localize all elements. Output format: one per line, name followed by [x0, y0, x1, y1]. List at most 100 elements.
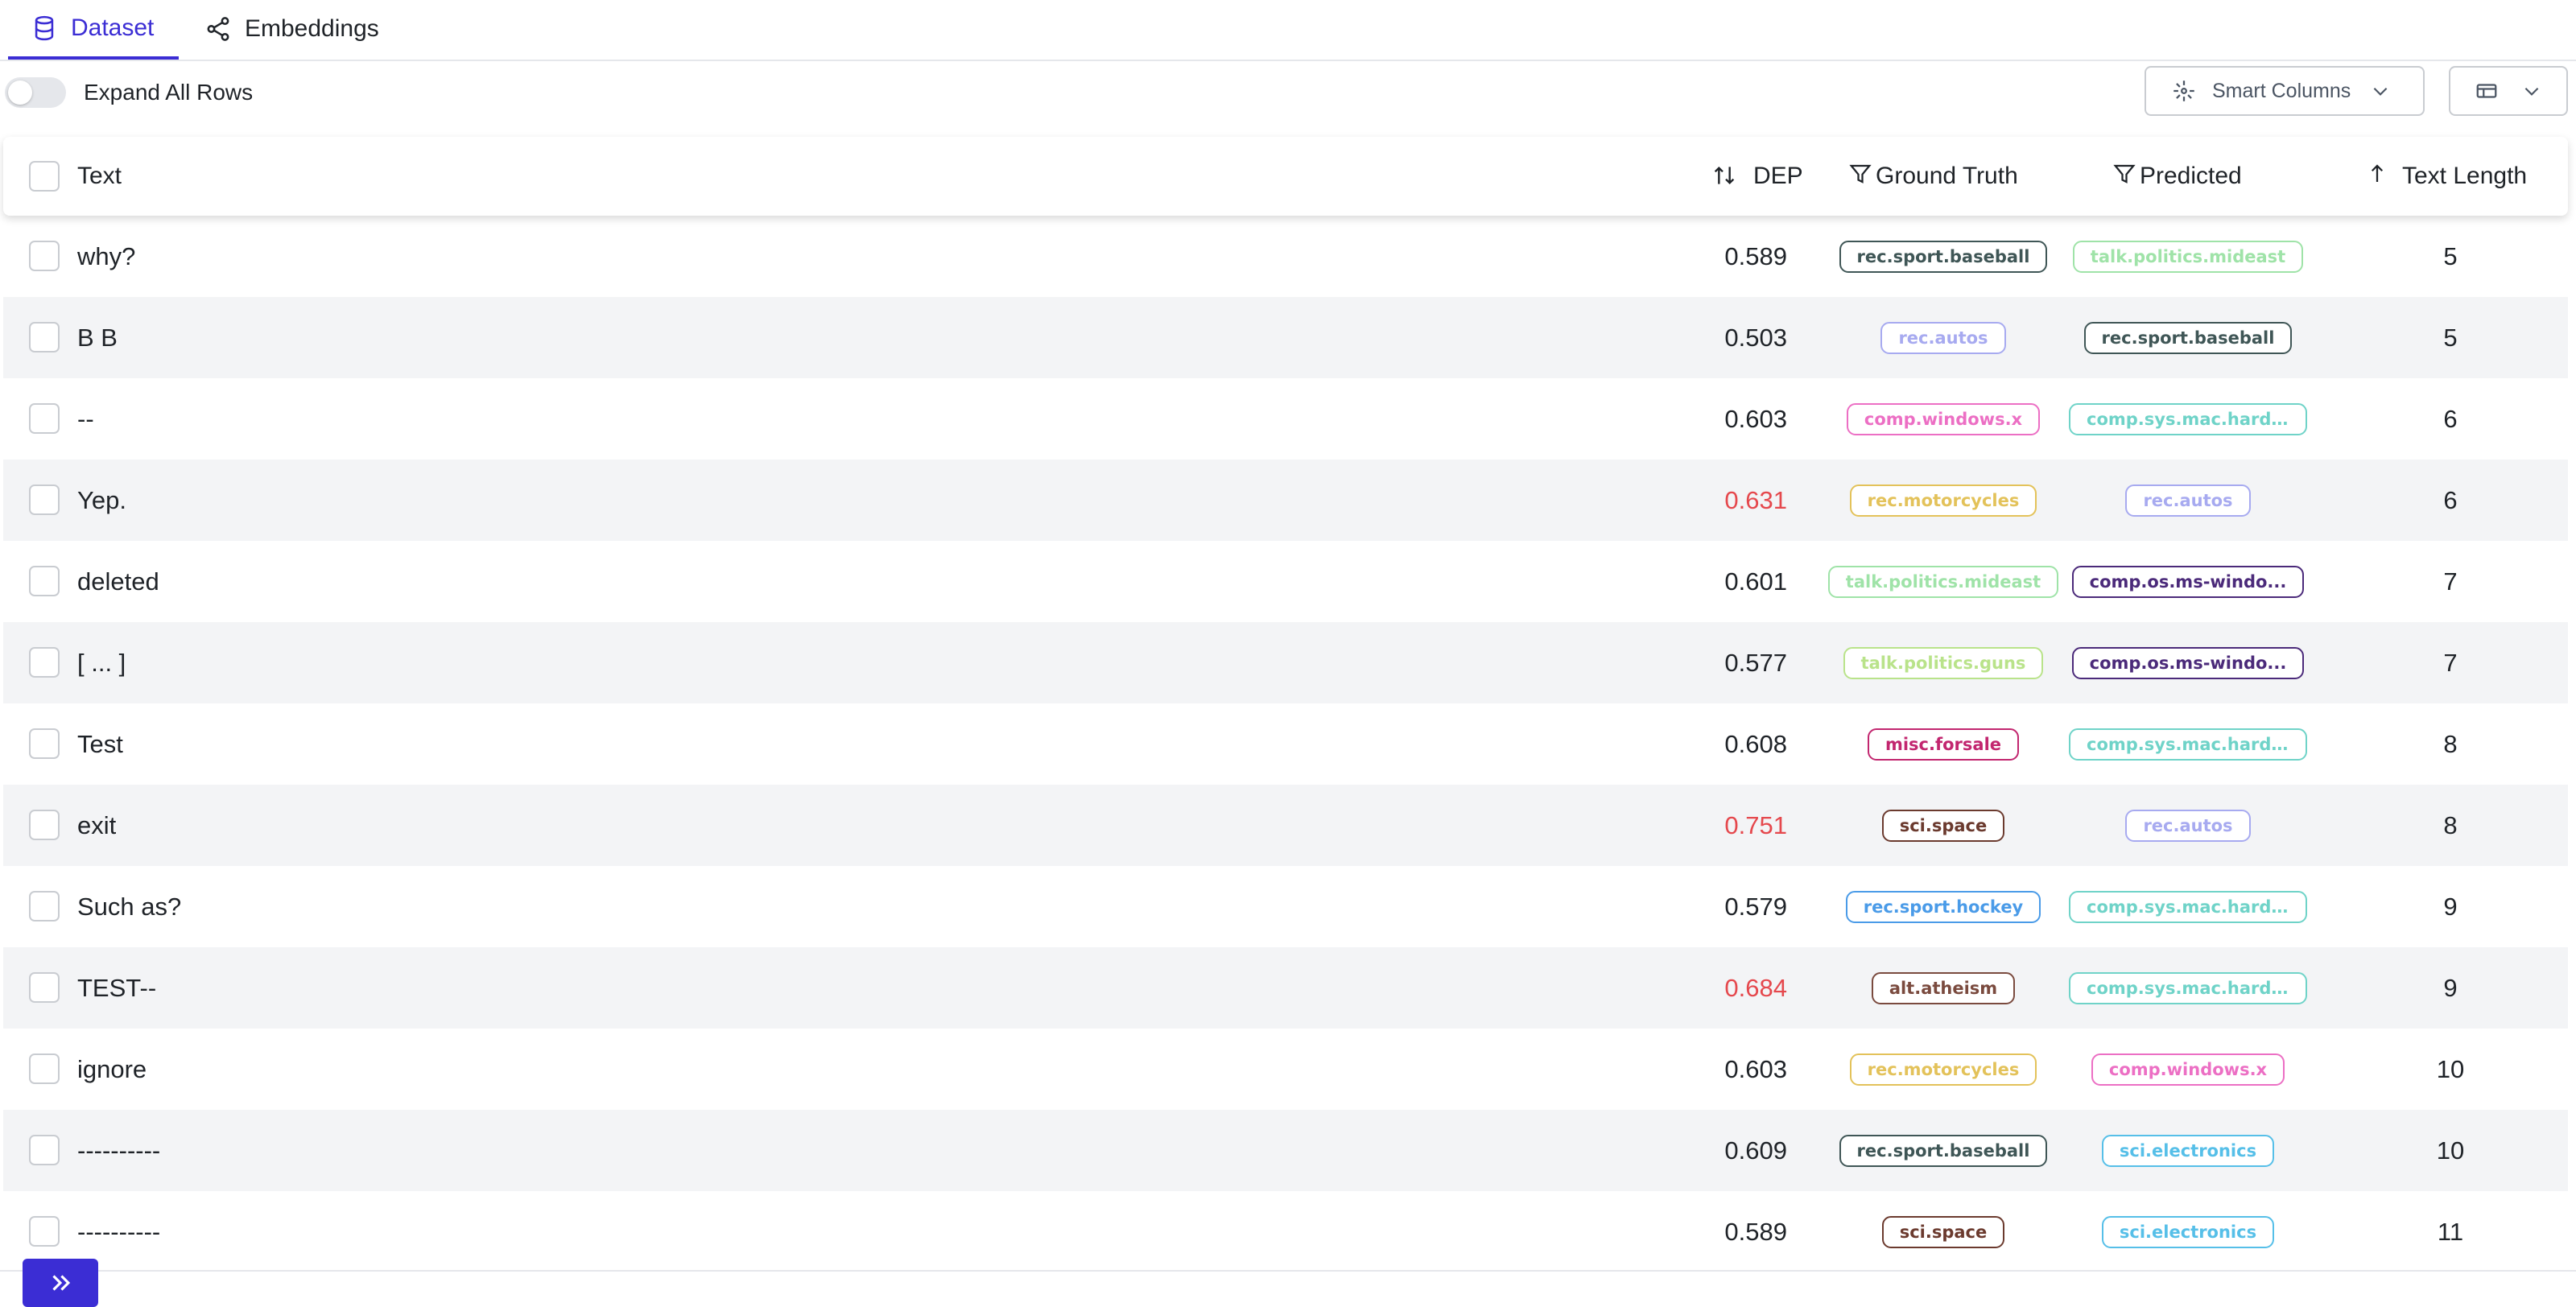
- table-row[interactable]: Such as? 0.579 rec.sport.hockey comp.sys.ma…: [3, 866, 2568, 947]
- expand-all-rows-label: Expand All Rows: [84, 80, 254, 105]
- cell-text: exit: [77, 811, 117, 839]
- predicted-tag: comp.windows.x: [2091, 1053, 2285, 1086]
- toggle-knob: [8, 80, 32, 105]
- row-checkbox[interactable]: [29, 403, 60, 434]
- tab-dataset[interactable]: Dataset: [8, 0, 179, 60]
- cell-text: deleted: [77, 567, 159, 596]
- cell-text-length: 8: [2443, 811, 2458, 839]
- cell-text: ignore: [77, 1055, 147, 1083]
- select-all-checkbox[interactable]: [29, 161, 60, 192]
- table-row[interactable]: TEST-- 0.684 alt.atheism comp.sys.mac.hard.…: [3, 947, 2568, 1029]
- predicted-tag-cell: comp.sys.mac.hard...: [2035, 866, 2341, 947]
- row-checkbox[interactable]: [29, 1053, 60, 1084]
- ground-truth-tag: misc.forsale: [1867, 728, 2020, 761]
- predicted-tag: sci.electronics: [2101, 1134, 2275, 1167]
- row-checkbox[interactable]: [29, 972, 60, 1003]
- cell-dep: 0.589: [1724, 1218, 1787, 1246]
- filter-icon[interactable]: [2112, 161, 2136, 187]
- cell-dep: 0.577: [1724, 649, 1787, 677]
- row-checkbox[interactable]: [29, 810, 60, 840]
- ground-truth-tag: rec.motorcycles: [1849, 1053, 2037, 1086]
- ground-truth-tag: comp.windows.x: [1846, 402, 2041, 435]
- cell-text-length: 10: [2436, 1136, 2465, 1165]
- row-checkbox[interactable]: [29, 241, 60, 271]
- ground-truth-tag: rec.sport.hockey: [1845, 890, 2041, 923]
- cell-text: B B: [77, 324, 118, 352]
- header-text-length[interactable]: Text Length: [2402, 161, 2527, 192]
- expand-all-rows-toggle[interactable]: [5, 77, 66, 108]
- smart-columns-label: Smart Columns: [2212, 79, 2351, 102]
- ground-truth-tag: talk.politics.mideast: [1827, 565, 2059, 598]
- ground-truth-tag: rec.sport.baseball: [1839, 1134, 2048, 1167]
- row-checkbox[interactable]: [29, 728, 60, 759]
- smart-columns-button[interactable]: Smart Columns: [2145, 66, 2425, 116]
- table-row[interactable]: exit 0.751 sci.space rec.autos 8: [3, 785, 2568, 866]
- predicted-tag: rec.sport.baseball: [2083, 321, 2293, 354]
- cell-dep: 0.503: [1724, 324, 1787, 352]
- predicted-tag-cell: comp.sys.mac.hard...: [2035, 378, 2341, 460]
- ground-truth-tag: rec.sport.baseball: [1839, 240, 2048, 273]
- predicted-tag-cell: comp.sys.mac.hard...: [2035, 703, 2341, 785]
- sparkle-icon: [2170, 77, 2198, 105]
- cell-dep: 0.579: [1724, 893, 1787, 921]
- header-ground-truth[interactable]: Ground Truth: [1876, 161, 2018, 192]
- table-row[interactable]: [ ... ] 0.577 talk.politics.guns comp.os.ms…: [3, 622, 2568, 703]
- row-checkbox[interactable]: [29, 484, 60, 515]
- table-columns-icon: [2475, 79, 2499, 103]
- table-row[interactable]: ---------- 0.589 sci.space sci.electronics 1…: [3, 1191, 2568, 1272]
- column-settings-button[interactable]: [2449, 66, 2568, 116]
- row-checkbox[interactable]: [29, 1135, 60, 1165]
- ground-truth-tag: talk.politics.guns: [1843, 646, 2044, 679]
- ground-truth-tag: sci.space: [1881, 809, 2005, 842]
- row-checkbox[interactable]: [29, 647, 60, 678]
- cell-text: Yep.: [77, 486, 126, 514]
- cell-text: TEST--: [77, 974, 157, 1002]
- cell-text-length: 9: [2443, 974, 2458, 1002]
- predicted-tag: rec.autos: [2125, 484, 2251, 517]
- table-row[interactable]: ---------- 0.609 rec.sport.baseball sci.ele…: [3, 1110, 2568, 1191]
- predicted-tag: comp.sys.mac.hard...: [2069, 402, 2307, 435]
- table-row[interactable]: deleted 0.601 talk.politics.mideast comp.os…: [3, 541, 2568, 622]
- cell-text-length: 11: [2437, 1218, 2464, 1246]
- cell-dep: 0.631: [1724, 486, 1787, 514]
- row-checkbox[interactable]: [29, 1216, 60, 1247]
- tab-embeddings-label: Embeddings: [245, 15, 379, 42]
- tab-embeddings[interactable]: Embeddings: [204, 0, 379, 58]
- table-row[interactable]: why? 0.589 rec.sport.baseball talk.politics…: [3, 216, 2568, 297]
- cell-text: Such as?: [77, 893, 182, 921]
- predicted-tag-cell: comp.windows.x: [2035, 1029, 2341, 1110]
- double-chevron-right-icon: [47, 1269, 74, 1297]
- cell-text-length: 10: [2436, 1055, 2465, 1083]
- cell-text: [ ... ]: [77, 649, 126, 677]
- predicted-tag-cell: rec.sport.baseball: [2035, 297, 2341, 378]
- header-predicted[interactable]: Predicted: [2140, 161, 2242, 192]
- sort-ascending-icon[interactable]: [2365, 161, 2389, 187]
- row-checkbox[interactable]: [29, 322, 60, 353]
- ground-truth-tag: rec.motorcycles: [1849, 484, 2037, 517]
- table-row[interactable]: -- 0.603 comp.windows.x comp.sys.mac.hard..…: [3, 378, 2568, 460]
- predicted-tag-cell: talk.politics.mideast: [2035, 216, 2341, 297]
- table-row[interactable]: Yep. 0.631 rec.motorcycles rec.autos 6: [3, 460, 2568, 541]
- predicted-tag-cell: sci.electronics: [2035, 1110, 2341, 1191]
- header-text[interactable]: Text: [77, 161, 122, 192]
- predicted-tag-cell: comp.sys.mac.hard...: [2035, 947, 2341, 1029]
- cell-text: ----------: [77, 1136, 161, 1165]
- row-checkbox[interactable]: [29, 566, 60, 596]
- cell-text-length: 9: [2443, 893, 2458, 921]
- cell-dep: 0.609: [1724, 1136, 1787, 1165]
- cell-text-length: 6: [2443, 486, 2458, 514]
- header-dep[interactable]: DEP: [1753, 161, 1803, 192]
- predicted-tag-cell: comp.os.ms-windo...: [2035, 541, 2341, 622]
- cell-text: --: [77, 405, 94, 433]
- table-row[interactable]: B B 0.503 rec.autos rec.sport.baseball 5: [3, 297, 2568, 378]
- row-checkbox[interactable]: [29, 891, 60, 921]
- cell-text-length: 8: [2443, 730, 2458, 758]
- share-graph-icon: [204, 15, 232, 43]
- table-row[interactable]: ignore 0.603 rec.motorcycles comp.windows.x…: [3, 1029, 2568, 1110]
- filter-icon[interactable]: [1848, 161, 1872, 187]
- chevron-down-icon: [2370, 80, 2391, 101]
- expand-sidebar-button[interactable]: [23, 1259, 98, 1307]
- sort-icon[interactable]: [1711, 163, 1737, 188]
- ground-truth-tag: sci.space: [1881, 1215, 2005, 1248]
- table-row[interactable]: Test 0.608 misc.forsale comp.sys.mac.hard..…: [3, 703, 2568, 785]
